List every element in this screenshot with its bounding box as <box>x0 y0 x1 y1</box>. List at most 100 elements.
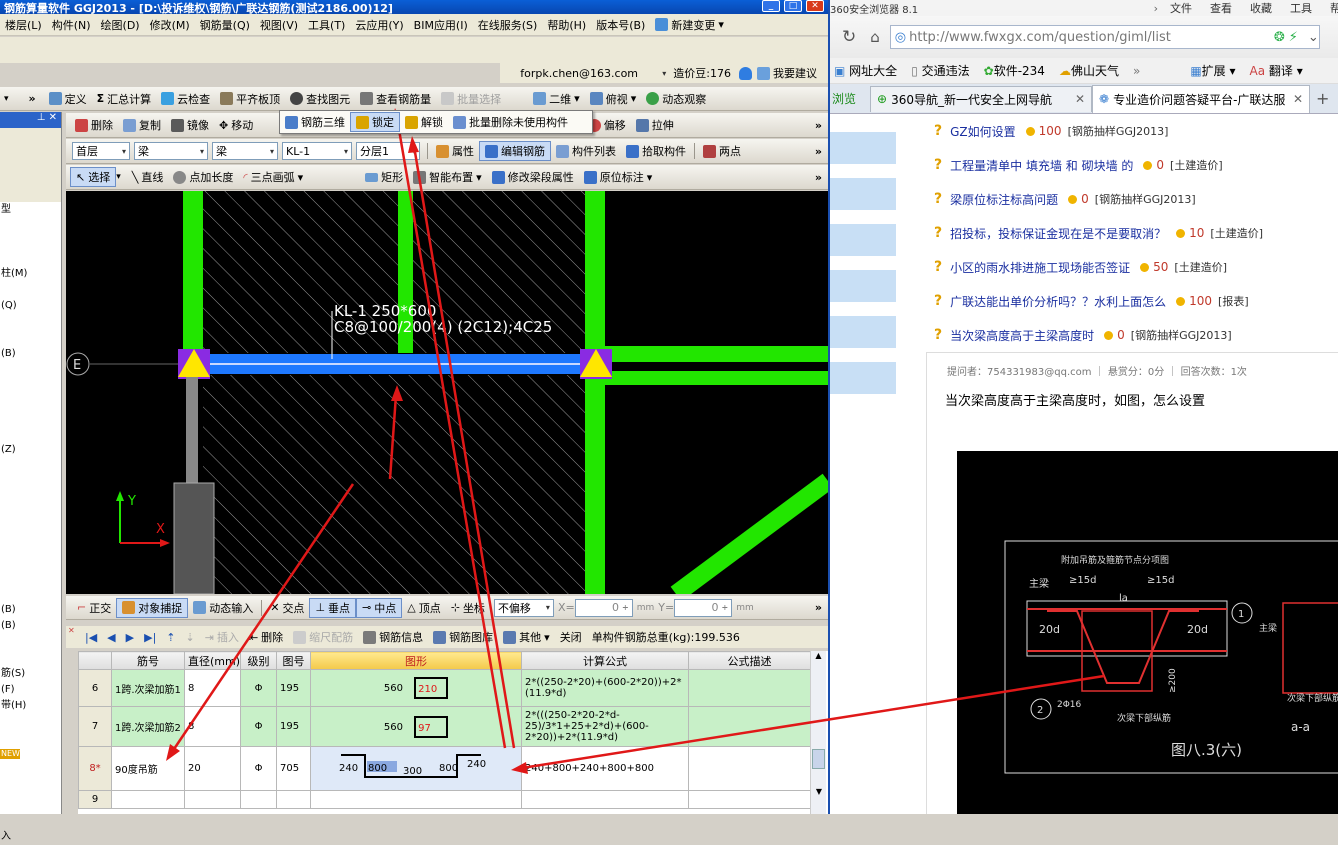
table-scrollbar[interactable]: ▲ ▼ <box>810 651 826 814</box>
menu-draw[interactable]: 绘图(D) <box>96 15 145 35</box>
tree-item[interactable] <box>0 378 61 394</box>
question-title[interactable]: 梁原位标注标高问题 <box>950 191 1058 208</box>
other-button[interactable]: 其他 ▾ <box>498 627 555 647</box>
diameter-cell[interactable] <box>184 790 241 809</box>
menu-component[interactable]: 构件(N) <box>47 15 96 35</box>
batch-select-button[interactable]: 批量选择 <box>436 89 506 109</box>
account-email-combo[interactable]: forpk.chen@163.com ▾ <box>517 64 669 82</box>
tab-close-icon[interactable]: ✕ <box>1293 92 1303 106</box>
select-button[interactable]: ↖ 选择 <box>70 167 117 187</box>
formula-cell[interactable]: 240+800+240+800+800 <box>521 746 689 791</box>
stretch-button[interactable]: 拉伸 <box>631 115 679 135</box>
tree-item[interactable] <box>0 765 61 781</box>
question-category[interactable]: [土建造价] <box>1174 259 1227 275</box>
bell-icon[interactable] <box>739 66 752 80</box>
col-formula[interactable]: 计算公式 <box>521 651 689 670</box>
dropdown-arrow-icon[interactable]: ⌄ <box>1308 30 1319 45</box>
diameter-cell[interactable]: 20 <box>184 746 241 791</box>
browser-menu-tools[interactable]: 工具 <box>1290 0 1312 16</box>
question-title[interactable]: 小区的雨水排进施工现场能否签证 <box>950 259 1130 276</box>
copy-button[interactable]: 复制 <box>118 115 166 135</box>
figure-no-cell[interactable] <box>276 790 311 809</box>
x-coord-input[interactable]: 0 ÷ <box>574 598 633 617</box>
question-item[interactable]: ? 小区的雨水排进施工现场能否签证 50 [土建造价] <box>830 250 1338 284</box>
grade-cell[interactable]: Φ <box>240 669 277 707</box>
row-delete-button[interactable]: ⇤ 删除 <box>244 627 288 647</box>
tree-item[interactable]: (F) <box>0 682 61 698</box>
browser-menu-file[interactable]: 文件 <box>1170 0 1192 16</box>
two-points-button[interactable]: 两点 <box>698 141 746 161</box>
question-item[interactable]: ? 工程量清单中 填充墙 和 砌块墙 的 0 [土建造价] <box>830 148 1338 182</box>
tree-item[interactable] <box>0 522 61 538</box>
tree-item[interactable] <box>0 282 61 298</box>
question-category[interactable]: [钢筋抽样GGJ2013] <box>1131 327 1232 343</box>
table-row[interactable]: 7 1跨.次梁加筋2 8 Φ 195 560 97 2*(((250-2*20-… <box>78 706 811 747</box>
toolbar-overflow-icon[interactable]: » <box>29 92 36 105</box>
shape-cell[interactable] <box>310 790 522 809</box>
dynamic-input-toggle[interactable]: 动态输入 <box>188 598 258 618</box>
2d-view-button[interactable]: 二维 ▾ <box>528 89 585 109</box>
selector-toolbar-overflow-icon[interactable]: » <box>815 145 822 158</box>
coordinate-toggle[interactable]: ⊹ 坐标 <box>446 598 490 618</box>
col-shape[interactable]: 图形 <box>310 651 522 670</box>
dynamic-view-button[interactable]: 动态观察 <box>641 89 711 109</box>
tree-item[interactable] <box>0 314 61 330</box>
refresh-icon[interactable]: ↻ <box>842 27 856 47</box>
side-nav-item[interactable] <box>830 362 896 394</box>
cloud-check-button[interactable]: 云检查 <box>156 89 215 109</box>
close-table-button[interactable]: 关闭 <box>555 627 587 647</box>
formula-desc-cell[interactable] <box>688 706 811 747</box>
bookmark-sites[interactable]: ▣ 网址大全 <box>834 62 897 79</box>
menu-view[interactable]: 视图(V) <box>255 15 303 35</box>
tree-item[interactable] <box>0 426 61 442</box>
shape-cell[interactable]: 240 800 300 800 240 <box>310 746 522 791</box>
tree-item[interactable]: (Q) <box>0 298 61 314</box>
question-title[interactable]: 当次梁高度高于主梁高度时 <box>950 327 1094 344</box>
tree-item[interactable]: 入 <box>0 829 61 845</box>
table-row-selected[interactable]: 8* 90度吊筋 20 Φ 705 240 800 300 800 240 24… <box>78 746 811 791</box>
menu-cloud[interactable]: 云应用(Y) <box>350 15 408 35</box>
insert-button[interactable]: ⇥ 插入 <box>200 627 244 647</box>
panel-close-icon[interactable]: ✕ <box>68 626 75 635</box>
statusbar-overflow-icon[interactable]: » <box>815 601 822 614</box>
tab-fwxgx[interactable]: ❁ 专业造价问题答疑平台-广联达服 ✕ <box>1092 84 1310 113</box>
formula-cell[interactable]: 2*((250-2*20)+(600-2*20))+2*(11.9*d) <box>521 669 689 707</box>
edit-toolbar-overflow-icon[interactable]: » <box>815 119 822 132</box>
tree-item[interactable] <box>0 250 61 266</box>
drawing-canvas[interactable]: KL-1 250*600 C8@100/200(4) (2C12);4C25 E… <box>66 191 828 594</box>
tree-item[interactable]: (B) <box>0 618 61 634</box>
col-grade[interactable]: 级别 <box>240 651 277 670</box>
unlock-button[interactable]: 解锁 <box>400 112 448 132</box>
question-category[interactable]: [报表] <box>1218 293 1249 309</box>
figure-no-cell[interactable]: 705 <box>276 746 311 791</box>
menu-help[interactable]: 帮助(H) <box>542 15 591 35</box>
tree-item[interactable]: (B) <box>0 346 61 362</box>
tree-item[interactable] <box>0 797 61 813</box>
question-title[interactable]: 工程量清单中 填充墙 和 砌块墙 的 <box>950 157 1133 174</box>
question-title[interactable]: GZ如何设置 <box>950 123 1016 140</box>
formula-cell[interactable]: 2*(((250-2*20-2*d-25)/3*1+25+2*d)+(600-2… <box>521 706 689 747</box>
rebar-library-button[interactable]: 钢筋图库 <box>428 627 498 647</box>
tree-item[interactable] <box>0 330 61 346</box>
mirror-button[interactable]: 镜像 <box>166 115 214 135</box>
move-up-button[interactable]: ⇡ <box>161 627 180 647</box>
question-item[interactable]: ? GZ如何设置 100 [钢筋抽样GGJ2013] <box>830 114 1338 148</box>
batch-delete-unused-button[interactable]: 批量删除未使用构件 <box>448 112 573 132</box>
point-length-button[interactable]: 点加长度 <box>168 167 238 187</box>
tree-item[interactable] <box>0 410 61 426</box>
first-row-button[interactable]: |◀ <box>80 627 102 647</box>
question-title[interactable]: 广联达能出单价分析吗？？水利上面怎么 <box>950 293 1166 310</box>
browser-menu-view[interactable]: 查看 <box>1210 0 1232 16</box>
tab-360-nav[interactable]: ⊕ 360导航_新一代安全上网导航 ✕ <box>870 85 1092 112</box>
menu-bim[interactable]: BIM应用(I) <box>409 15 473 35</box>
prev-row-button[interactable]: ◀ <box>102 627 120 647</box>
line-button[interactable]: ╲ 直线 <box>127 167 169 187</box>
view-rebar-qty-button[interactable]: 查看钢筋量 <box>355 89 436 109</box>
tab-browse[interactable]: 浏览 <box>830 86 870 112</box>
wall-right[interactable] <box>585 191 605 594</box>
component-name-combo[interactable]: KL-1 ▾ <box>282 142 352 160</box>
tree-item[interactable] <box>0 570 61 586</box>
col-bar-no[interactable]: 筋号 <box>111 651 185 670</box>
extensions-button[interactable]: ▦扩展 ▾ <box>1190 62 1235 79</box>
figure-no-cell[interactable]: 195 <box>276 706 311 747</box>
